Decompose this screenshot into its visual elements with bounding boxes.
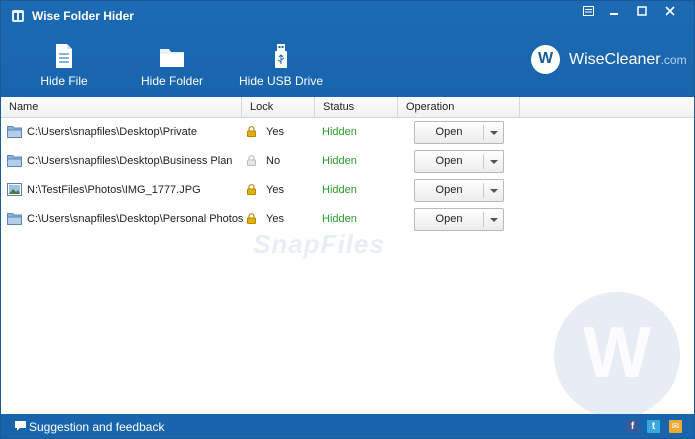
app-window: Wise Folder Hider Hide File Hide Folder … (0, 0, 695, 439)
minimize-button[interactable] (601, 4, 627, 20)
hide-folder-label: Hide Folder (140, 74, 204, 88)
folder-icon (160, 49, 184, 67)
operation-dropdown-button[interactable] (484, 151, 504, 172)
lock-value: Yes (266, 184, 284, 196)
open-button[interactable]: Open (415, 151, 483, 172)
suggestion-feedback-link[interactable]: Suggestion and feedback (29, 420, 164, 434)
column-lock[interactable]: Lock (242, 97, 315, 117)
open-split-button: Open (414, 121, 504, 144)
title-bar: Wise Folder Hider (1, 1, 694, 31)
column-operation[interactable]: Operation (398, 97, 520, 117)
table-row[interactable]: C:\Users\snapfiles\Desktop\Private Yes Hid… (1, 118, 694, 147)
hide-usb-drive-button[interactable]: Hide USB Drive (235, 43, 327, 91)
lock-icon (247, 212, 256, 224)
open-button[interactable]: Open (415, 180, 483, 201)
column-header: Name Lock Status Operation (1, 97, 694, 118)
maximize-button[interactable] (629, 4, 655, 20)
lock-value: No (266, 155, 281, 167)
column-status[interactable]: Status (315, 97, 398, 117)
facebook-icon[interactable]: f (626, 420, 639, 433)
twitter-icon[interactable]: t (647, 420, 660, 433)
maximize-icon (637, 6, 647, 16)
hide-usb-drive-label: Hide USB Drive (238, 74, 324, 88)
snapfiles-watermark: SnapFiles (253, 229, 385, 259)
path-cell: C:\Users\snapfiles\Desktop\Business Plan (7, 147, 243, 176)
open-split-button: Open (414, 179, 504, 202)
chevron-down-icon (490, 218, 498, 222)
header: Wise Folder Hider Hide File Hide Folder … (1, 1, 694, 97)
table-row[interactable]: C:\Users\snapfiles\Desktop\Business Plan… (1, 147, 694, 176)
lock-value: Yes (266, 126, 284, 138)
brand-name: WiseCleaner.com (569, 51, 687, 68)
lock-cell[interactable]: No (247, 147, 307, 176)
lock-icon (247, 125, 256, 137)
email-icon[interactable]: ✉ (669, 420, 682, 433)
operation-dropdown-button[interactable] (484, 122, 504, 143)
hide-file-label: Hide File (40, 74, 88, 88)
path-cell: C:\Users\snapfiles\Desktop\Private (7, 118, 243, 147)
item-path: C:\Users\snapfiles\Desktop\Business Plan (27, 155, 233, 167)
chevron-down-icon (490, 131, 498, 135)
wisecleaner-logo-icon: W (531, 45, 560, 74)
hide-file-button[interactable]: Hide File (19, 43, 109, 91)
folder-icon (7, 154, 22, 167)
app-icon (12, 10, 24, 22)
image-file-icon (7, 182, 22, 196)
lock-icon (247, 183, 256, 195)
operation-dropdown-button[interactable] (484, 180, 504, 201)
speech-bubble-icon (15, 421, 26, 431)
folder-icon (7, 212, 22, 225)
hide-folder-button[interactable]: Hide Folder (127, 43, 217, 91)
table-row[interactable]: N:\TestFiles\Photos\IMG_1777.JPG Yes Hidde… (1, 176, 694, 205)
path-cell: N:\TestFiles\Photos\IMG_1777.JPG (7, 176, 243, 205)
close-icon (665, 6, 675, 16)
minimize-icon (610, 13, 618, 15)
close-button[interactable] (657, 4, 683, 20)
column-name[interactable]: Name (1, 97, 242, 117)
status-value: Hidden (322, 155, 357, 167)
path-cell: C:\Users\snapfiles\Desktop\Personal Phot… (7, 205, 243, 234)
wise-watermark-logo: W (554, 292, 680, 418)
open-button[interactable]: Open (415, 122, 483, 143)
operation-dropdown-button[interactable] (484, 209, 504, 230)
folder-icon (7, 125, 22, 138)
app-title: Wise Folder Hider (32, 9, 134, 23)
unlock-icon (247, 154, 256, 166)
lock-value: Yes (266, 213, 284, 225)
menu-button[interactable] (575, 4, 601, 20)
footer-bar: Suggestion and feedback f t ✉ (1, 414, 694, 438)
chevron-down-icon (490, 189, 498, 193)
item-path: C:\Users\snapfiles\Desktop\Private (27, 126, 197, 138)
lock-cell[interactable]: Yes (247, 176, 307, 205)
open-split-button: Open (414, 208, 504, 231)
item-path: N:\TestFiles\Photos\IMG_1777.JPG (27, 184, 201, 196)
status-value: Hidden (322, 126, 357, 138)
open-button[interactable]: Open (415, 209, 483, 230)
open-split-button: Open (414, 150, 504, 173)
usb-drive-icon (275, 44, 287, 68)
file-icon (56, 44, 72, 68)
item-path: C:\Users\snapfiles\Desktop\Personal Phot… (27, 213, 243, 225)
menu-icon (582, 6, 594, 16)
status-value: Hidden (322, 184, 357, 196)
lock-cell[interactable]: Yes (247, 118, 307, 147)
chevron-down-icon (490, 160, 498, 164)
